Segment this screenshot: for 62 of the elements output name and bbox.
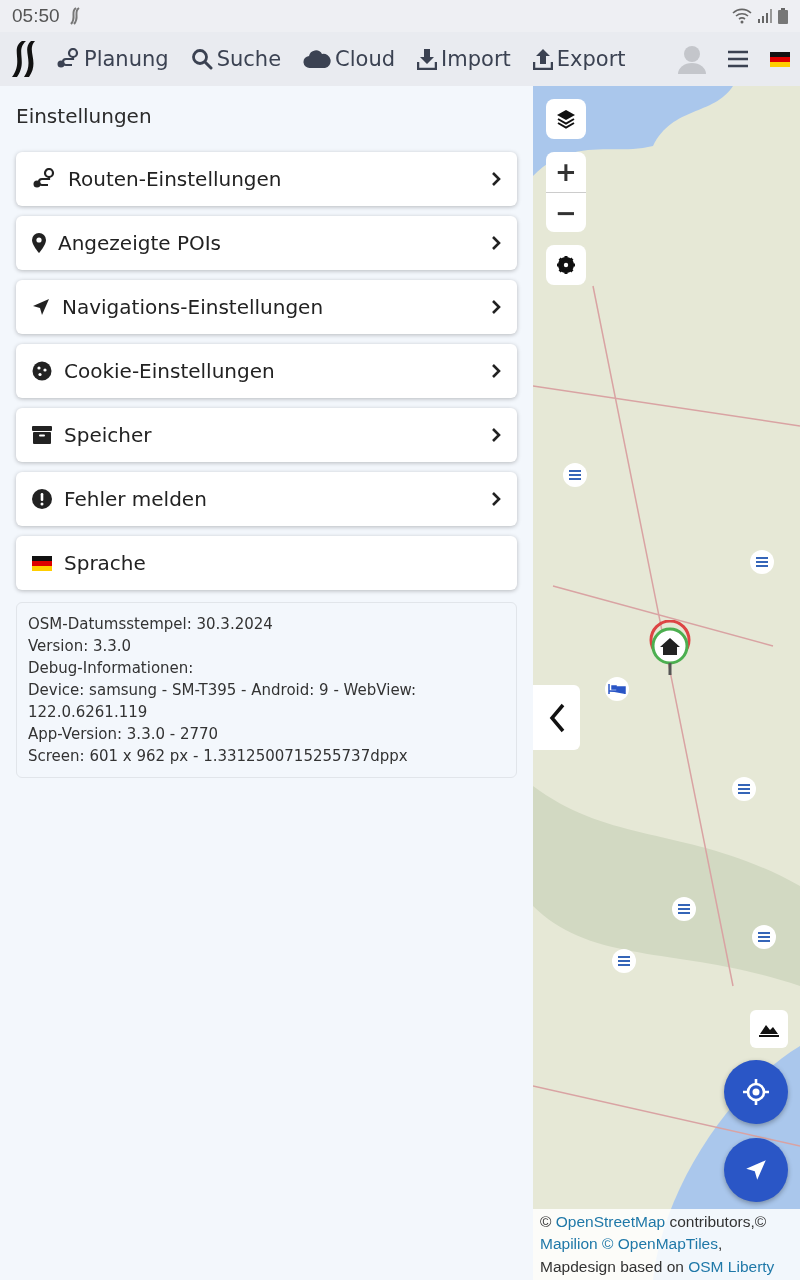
settings-item[interactable]: Sprache [16,536,517,590]
archive-box-icon [32,426,52,444]
menu-icon[interactable] [728,50,748,68]
location-pin-icon [32,233,46,253]
nav-button[interactable]: Export [532,47,626,71]
bed-marker-icon[interactable] [604,676,630,702]
clock: 05:50 [12,5,60,27]
battery-icon [778,8,788,24]
upload-icon [532,48,553,70]
search-icon [190,48,213,70]
exclamation-circle-icon [32,489,52,509]
list-marker-icon[interactable] [751,924,777,950]
settings-item[interactable]: Routen-Einstellungen [16,152,517,206]
settings-item[interactable]: Speicher [16,408,517,462]
settings-icon [557,256,575,274]
flag-icon [32,555,52,571]
route-icon [56,48,80,70]
route-icon [32,168,56,190]
app-logo-icon [67,7,80,25]
list-marker-icon[interactable] [611,948,637,974]
chevron-right-icon [491,235,501,251]
collapse-panel-button[interactable] [533,685,580,750]
nav-button[interactable]: Suche [190,47,282,71]
chevron-right-icon [491,171,501,187]
chevron-left-icon [548,702,565,733]
settings-item[interactable]: Fehler melden [16,472,517,526]
download-icon [417,48,438,70]
crosshair-icon [743,1079,769,1105]
page-title: Einstellungen [16,104,153,128]
list-marker-icon[interactable] [671,896,697,922]
zoom-in-button[interactable]: + [546,152,586,192]
nav-button[interactable]: Import [417,47,511,71]
location-arrow-icon [745,1159,767,1181]
settings-item[interactable]: Navigations-Einstellungen [16,280,517,334]
zoom-out-button[interactable]: − [546,192,586,232]
settings-button[interactable] [546,245,586,285]
flag-icon [770,51,790,67]
attribution-link[interactable]: OpenStreetMap [555,1212,666,1230]
layers-icon [556,109,576,129]
map-attribution: © OpenStreetMap contributors,© Mapilion © OpenMapTiles, Mapdesign based on OSM Liberty [533,1208,800,1280]
list-marker-icon[interactable] [749,549,775,575]
chevron-right-icon [491,299,501,315]
cloud-icon [303,49,332,69]
attribution-link[interactable]: OSM Liberty [688,1257,775,1275]
chevron-right-icon [491,363,501,379]
location-arrow-icon [32,298,50,316]
list-marker-icon[interactable] [731,776,757,802]
chevron-right-icon [491,427,501,443]
chevron-right-icon [491,491,501,507]
layers-button[interactable] [546,99,586,139]
cookie-icon [32,361,52,381]
wifi-icon [732,8,752,24]
list-marker-icon[interactable] [562,462,588,488]
signal-icon [758,9,772,23]
debug-info: OSM-Datumsstempel: 30.3.2024 Version: 3.3.0 Debug-Informationen: Device: samsung - SM-T395 - Android: 9 - WebView: 122.0.6261.119 App-Version: 3.3.0 - 2770 Screen: 601 x 962 px - 1.3312500715255737dppx [16,602,517,778]
nav-button[interactable]: Cloud [303,47,396,71]
settings-item[interactable]: Angezeigte POIs [16,216,517,270]
home-marker-icon[interactable] [648,620,692,676]
attribution-link[interactable]: Mapilion © OpenMapTiles [540,1235,718,1252]
elevation-button[interactable] [750,1010,788,1048]
settings-item[interactable]: Cookie-Einstellungen [16,344,517,398]
nav-button[interactable]: Planung [56,47,169,71]
